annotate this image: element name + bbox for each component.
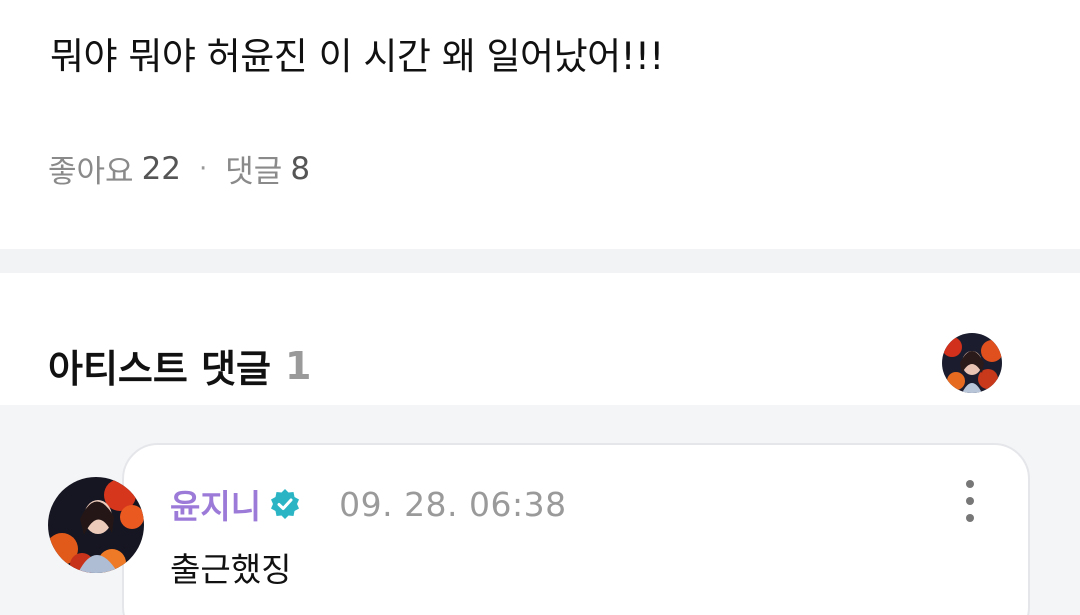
likes-label[interactable]: 좋아요 xyxy=(48,146,134,191)
artist-comments-title: 아티스트 댓글 xyxy=(48,347,271,391)
meta-separator: · xyxy=(199,153,208,184)
comment-author-avatar[interactable] xyxy=(48,477,144,573)
post-meta: 좋아요 22 · 댓글 8 xyxy=(48,146,310,191)
comment-text: 출근했징 xyxy=(170,550,292,589)
more-dot xyxy=(966,514,974,522)
comment-author-name[interactable]: 윤지니 xyxy=(170,480,261,528)
artist-comments-header: 아티스트 댓글 1 xyxy=(48,338,311,393)
post-text: 뭐야 뭐야 허윤진 이 시간 왜 일어났어!!! xyxy=(50,35,664,78)
likes-count[interactable]: 22 xyxy=(142,151,181,187)
more-dot xyxy=(966,480,974,488)
comments-label[interactable]: 댓글 xyxy=(225,146,282,191)
artist-avatar-image xyxy=(942,333,1002,393)
comments-count[interactable]: 8 xyxy=(290,151,310,187)
more-dot xyxy=(966,497,974,505)
artist-comments-count: 1 xyxy=(285,343,312,388)
author-avatar-image xyxy=(48,477,144,573)
more-vertical-icon[interactable] xyxy=(956,480,984,522)
comment-timestamp: 09. 28. 06:38 xyxy=(339,484,567,524)
artist-avatar[interactable] xyxy=(942,333,1002,393)
comment-header: 윤지니 09. 28. 06:38 xyxy=(170,480,567,528)
section-divider xyxy=(0,249,1080,273)
verified-badge-icon xyxy=(269,488,301,520)
